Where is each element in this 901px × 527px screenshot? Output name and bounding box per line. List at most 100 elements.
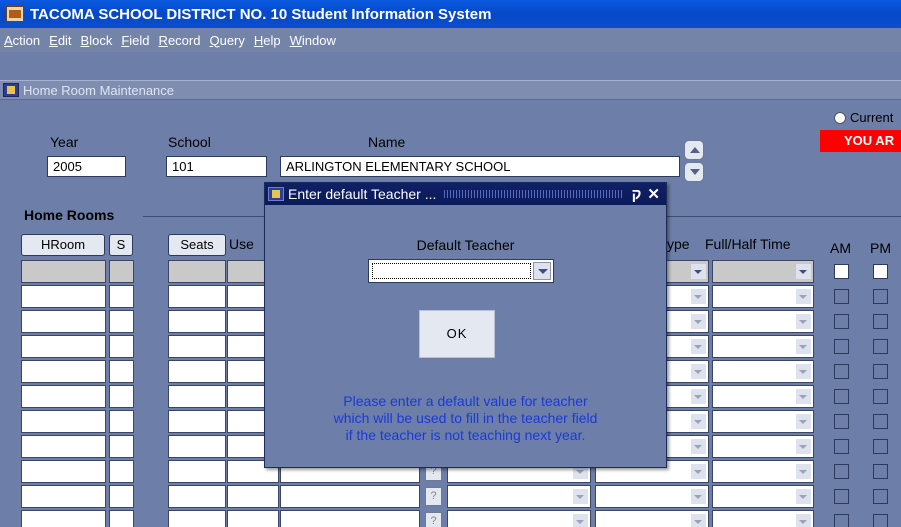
pm-checkbox[interactable] [873,514,888,527]
pm-checkbox[interactable] [873,339,888,354]
fullhalf-combo[interactable] [712,360,814,383]
hroom-cell[interactable] [21,385,106,408]
menu-item[interactable]: Block [81,33,113,48]
fullhalf-combo[interactable] [712,285,814,308]
chevron-down-icon[interactable] [573,489,588,504]
fullhalf-combo[interactable] [712,310,814,333]
chevron-down-icon[interactable] [691,389,706,404]
hroom-cell[interactable] [21,285,106,308]
hroom-cell[interactable] [21,485,106,508]
fullhalf-combo[interactable] [712,260,814,283]
s-cell[interactable] [109,435,134,458]
am-checkbox[interactable] [834,289,849,304]
menu-item[interactable]: Help [254,33,281,48]
am-checkbox[interactable] [834,364,849,379]
chevron-down-icon[interactable] [691,364,706,379]
chevron-down-icon[interactable] [796,264,811,279]
use-cell[interactable] [227,510,279,527]
pm-checkbox[interactable] [873,314,888,329]
s-cell[interactable] [109,385,134,408]
seats-column-button[interactable]: Seats [168,234,226,256]
fullhalf-combo[interactable] [712,385,814,408]
am-checkbox[interactable] [834,414,849,429]
am-checkbox[interactable] [834,389,849,404]
current-radio[interactable]: Current [834,110,893,125]
hroom-cell[interactable] [21,435,106,458]
teacher-cell[interactable] [280,485,420,508]
s-cell[interactable] [109,460,134,483]
scroll-up-button[interactable] [684,140,704,160]
hroom-cell[interactable] [21,460,106,483]
seats-cell[interactable] [168,360,226,383]
seats-cell[interactable] [168,335,226,358]
seats-cell[interactable] [168,460,226,483]
chevron-down-icon[interactable] [796,339,811,354]
school-name-field[interactable]: ARLINGTON ELEMENTARY SCHOOL [280,156,680,177]
pm-checkbox[interactable] [873,414,888,429]
drag-handle[interactable] [444,190,624,198]
hroom-cell[interactable] [21,410,106,433]
menu-item[interactable]: Field [121,33,149,48]
pm-checkbox[interactable] [873,364,888,379]
close-icon[interactable]: ✕ [647,185,660,203]
s-cell[interactable] [109,485,134,508]
chevron-down-icon[interactable] [691,264,706,279]
pm-checkbox[interactable] [873,439,888,454]
hroom-cell[interactable] [21,360,106,383]
seats-cell[interactable] [168,310,226,333]
seats-cell[interactable] [168,285,226,308]
minimize-icon[interactable]: ק [632,186,642,203]
hroom-cell[interactable] [21,260,106,283]
chevron-down-icon[interactable] [796,514,811,527]
ok-button[interactable]: OK [419,310,495,358]
lookup-button[interactable]: ? [425,487,442,506]
fullhalf-combo[interactable] [712,510,814,527]
seats-cell[interactable] [168,410,226,433]
fullhalf-combo[interactable] [712,460,814,483]
chevron-down-icon[interactable] [796,489,811,504]
s-cell[interactable] [109,335,134,358]
menu-item[interactable]: Edit [49,33,71,48]
fullhalf-combo[interactable] [712,410,814,433]
lookup-button[interactable]: ? [425,512,442,527]
seats-cell[interactable] [168,435,226,458]
type-combo[interactable] [595,485,709,508]
am-checkbox[interactable] [834,339,849,354]
pm-checkbox[interactable] [873,289,888,304]
hroom-column-button[interactable]: HRoom [21,234,105,256]
chevron-down-icon[interactable] [691,464,706,479]
fullhalf-combo[interactable] [712,435,814,458]
chevron-down-icon[interactable] [691,314,706,329]
s-cell[interactable] [109,285,134,308]
chevron-down-icon[interactable] [796,389,811,404]
hroom-cell[interactable] [21,335,106,358]
am-checkbox[interactable] [834,464,849,479]
seats-cell[interactable] [168,260,226,283]
chevron-down-icon[interactable] [796,464,811,479]
scroll-down-button[interactable] [684,162,704,182]
menu-item[interactable]: Query [209,33,244,48]
pm-checkbox[interactable] [873,389,888,404]
hroom-cell[interactable] [21,310,106,333]
seats-cell[interactable] [168,510,226,527]
menu-item[interactable]: Window [290,33,336,48]
fullhalf-combo[interactable] [712,485,814,508]
s-cell[interactable] [109,360,134,383]
use-cell[interactable] [227,485,279,508]
pm-checkbox[interactable] [873,464,888,479]
chevron-down-icon[interactable] [691,289,706,304]
chevron-down-icon[interactable] [691,514,706,527]
default-teacher-select[interactable] [368,259,554,283]
chevron-down-icon[interactable] [796,364,811,379]
seats-cell[interactable] [168,385,226,408]
chevron-down-icon[interactable] [691,439,706,454]
chevron-down-icon[interactable] [533,262,551,280]
am-checkbox[interactable] [834,489,849,504]
seats-cell[interactable] [168,485,226,508]
s-column-button[interactable]: S [109,234,133,256]
chevron-down-icon[interactable] [796,289,811,304]
s-cell[interactable] [109,410,134,433]
s-cell[interactable] [109,510,134,527]
chevron-down-icon[interactable] [691,489,706,504]
s-cell[interactable] [109,310,134,333]
